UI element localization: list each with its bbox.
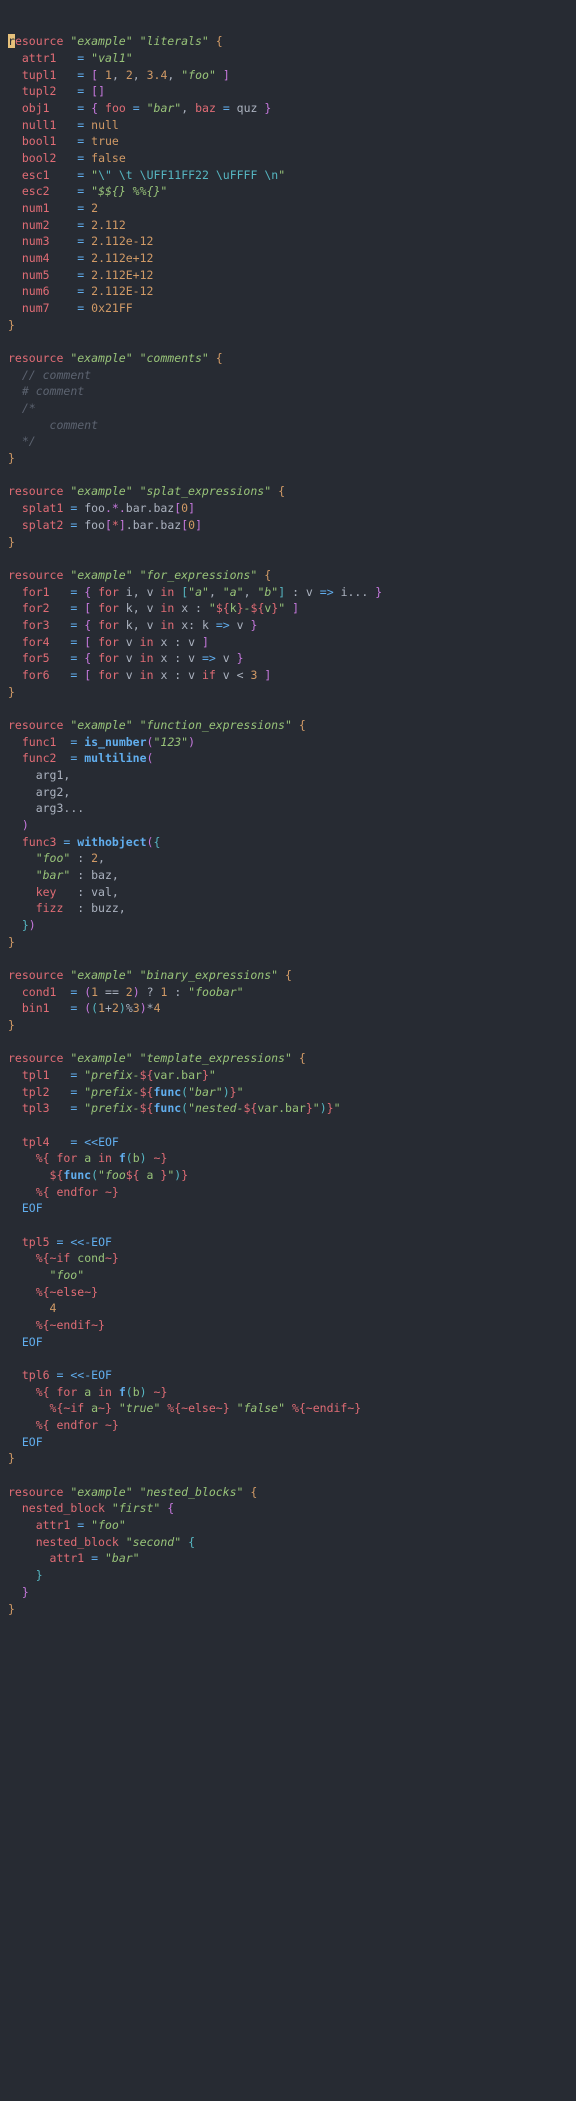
value: 2.112e+12 (91, 251, 153, 265)
value: "$${} %%{}" (91, 184, 167, 198)
value: 0x21FF (91, 301, 133, 315)
block-label: "first" (112, 1501, 160, 1515)
block-label: "example" (70, 718, 132, 732)
comment: /* (22, 401, 36, 415)
code-block: resource "example" "literals" { attr1 = … (8, 33, 568, 1617)
comment: // comment (22, 368, 91, 382)
value: 2.112E+12 (91, 268, 153, 282)
block-label: "example" (70, 1051, 132, 1065)
block-label: "comments" (140, 351, 209, 365)
comment: comment (22, 418, 98, 432)
block-label: "example" (70, 351, 132, 365)
block-label: "splat_expressions" (140, 484, 272, 498)
block-label: "example" (70, 568, 132, 582)
block-label: "example" (70, 484, 132, 498)
value: 2.112e-12 (91, 234, 153, 248)
value: "foo" (91, 1518, 126, 1532)
block-label: "example" (70, 34, 132, 48)
arg: arg2, (36, 785, 71, 799)
value: 2 (91, 201, 98, 215)
value: "val1" (91, 51, 133, 65)
arg: arg1, (36, 768, 71, 782)
value: 2.112 (91, 218, 126, 232)
block-label: "binary_expressions" (140, 968, 278, 982)
arg: arg3... (36, 801, 84, 815)
value: 2.112E-12 (91, 284, 153, 298)
block-label: "nested_blocks" (140, 1485, 244, 1499)
block-label: "example" (70, 968, 132, 982)
block-label: "function_expressions" (140, 718, 292, 732)
block-label: "template_expressions" (140, 1051, 292, 1065)
block-label: "example" (70, 1485, 132, 1499)
block-label: "second" (126, 1535, 181, 1549)
comment: # comment (22, 384, 84, 398)
value: "bar" (105, 1551, 140, 1565)
cursor: r (8, 34, 15, 48)
comment: */ (22, 434, 36, 448)
block-label: "for_expressions" (140, 568, 258, 582)
block-label: "literals" (140, 34, 209, 48)
